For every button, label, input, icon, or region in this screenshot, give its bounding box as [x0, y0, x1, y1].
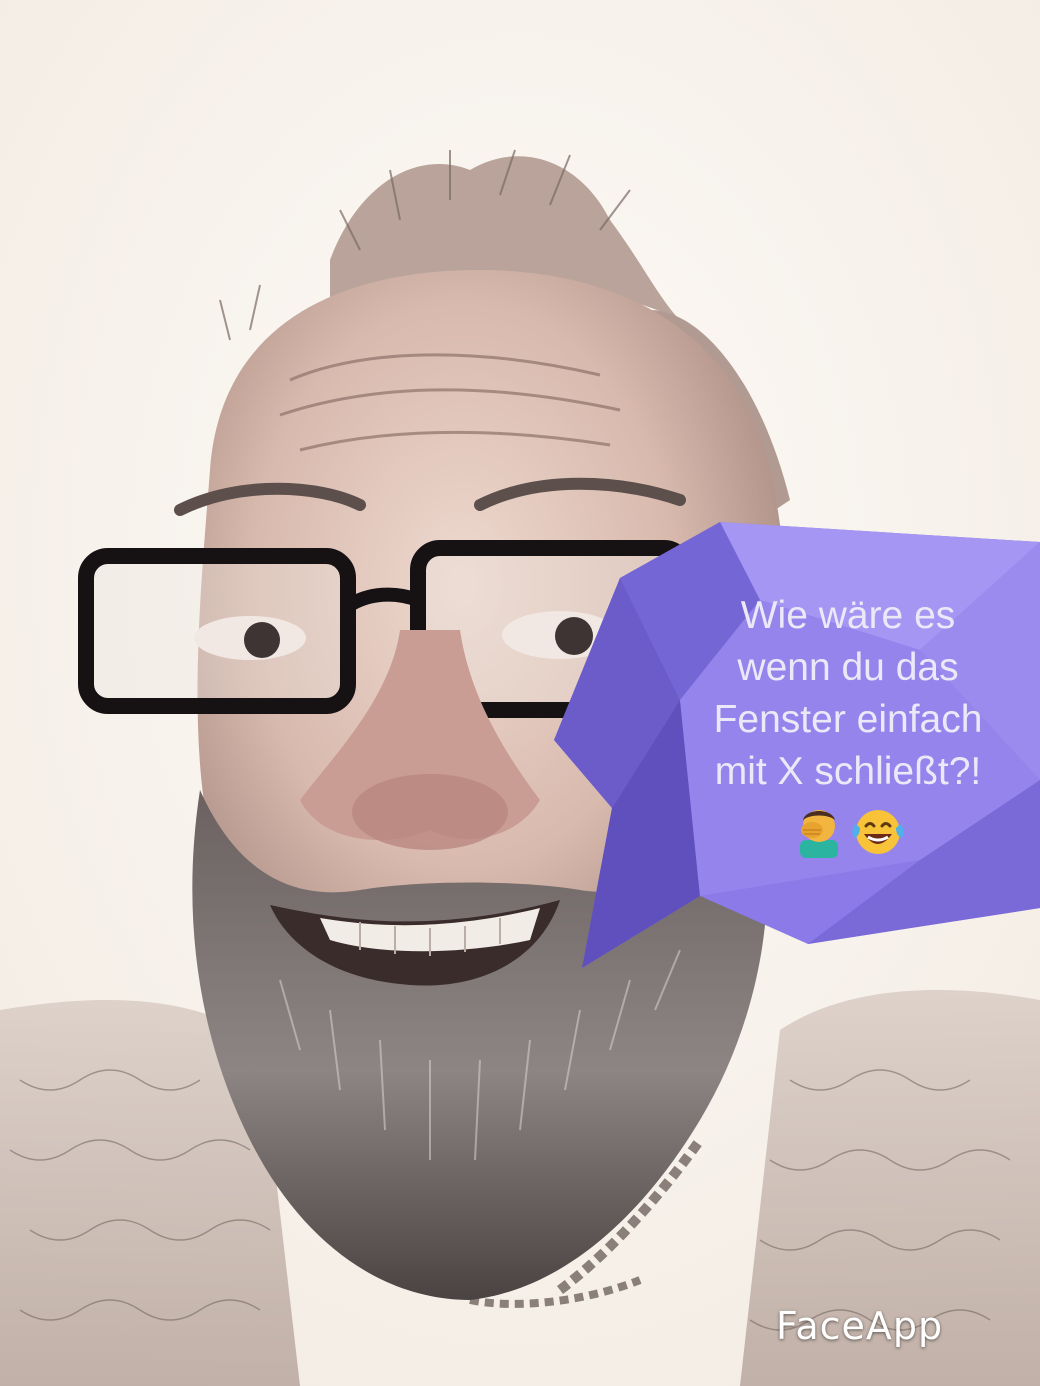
speech-bubble-text: Wie wäre es wenn du das Fenster einfach … — [668, 590, 1028, 798]
laughing-tears-emoji — [852, 810, 904, 854]
faceapp-watermark: FaceApp — [776, 1304, 944, 1348]
emoji-row — [800, 810, 904, 858]
bubble-line-4: mit X schließt?! — [714, 750, 982, 793]
faceapp-image: Wie wäre es wenn du das Fenster einfach … — [0, 0, 1040, 1386]
facepalm-emoji — [800, 810, 838, 858]
bubble-line-2: wenn du das — [737, 646, 959, 689]
bubble-line-3: Fenster einfach — [713, 698, 983, 741]
bubble-line-1: Wie wäre es — [740, 594, 956, 637]
